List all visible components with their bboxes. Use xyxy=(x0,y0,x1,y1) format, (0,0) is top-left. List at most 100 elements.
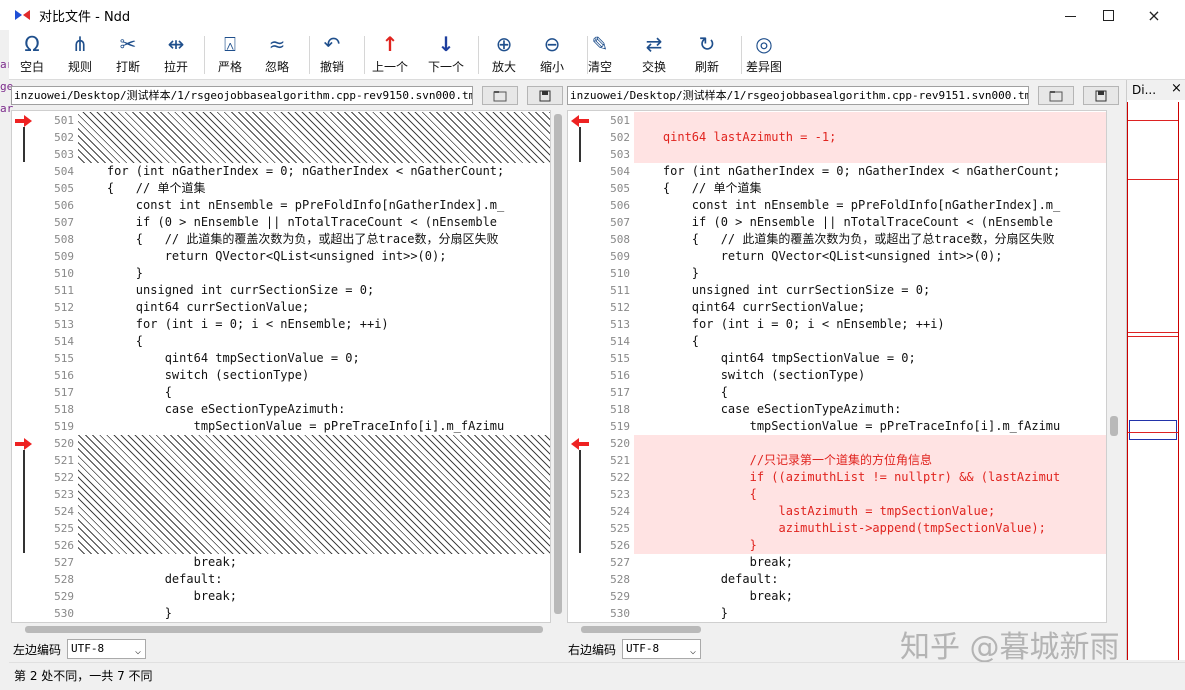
break-button[interactable]: ✂ 打断 xyxy=(104,32,152,78)
line-number: 519 xyxy=(54,420,74,433)
line-number: 501 xyxy=(610,114,630,127)
strict-label: 严格 xyxy=(217,60,242,74)
diff-range-bar xyxy=(23,450,25,553)
rules-icon: ⋔ xyxy=(71,32,89,56)
code-line: { // 单个道集 xyxy=(78,181,206,195)
left-save-button[interactable] xyxy=(527,86,563,105)
diff-arrow-left-icon[interactable] xyxy=(571,438,589,450)
right-save-button[interactable] xyxy=(1083,86,1119,105)
code-line: qint64 tmpSectionValue = 0; xyxy=(78,351,360,365)
left-code-editor[interactable]: 501 502 503 504 505 506 507 508 509 510 511 512 513 5… xyxy=(11,110,551,623)
code-line: const int nEnsemble = pPreFoldInfo[nGath… xyxy=(78,198,505,212)
line-number: 516 xyxy=(610,369,630,382)
line-number: 521 xyxy=(54,454,74,467)
omega-icon: Ω xyxy=(24,32,40,56)
code-line: { xyxy=(634,334,700,348)
arrow-up-icon: ↑ xyxy=(381,32,399,56)
window-title: 对比文件 - Ndd xyxy=(39,9,131,25)
chevron-down-icon: ⌵ xyxy=(689,646,696,657)
diffimg-button[interactable]: ◎ 差异图 xyxy=(740,32,788,78)
next-button[interactable]: ↓ 下一个 xyxy=(422,32,470,78)
left-vertical-scrollbar[interactable] xyxy=(551,110,565,623)
code-line: } xyxy=(634,266,700,280)
right-encoding-select[interactable]: UTF-8 ⌵ xyxy=(622,639,701,659)
diff-arrow-left-icon[interactable] xyxy=(571,115,589,127)
maximize-button[interactable] xyxy=(1085,0,1131,30)
code-line: qint64 lastAzimuth = -1; xyxy=(634,130,837,144)
prev-button[interactable]: ↑ 上一个 xyxy=(366,32,414,78)
code-line: } xyxy=(634,538,757,552)
line-number: 522 xyxy=(610,471,630,484)
close-button[interactable]: × xyxy=(1131,0,1177,30)
open-file-icon xyxy=(493,90,507,101)
zoom-in-icon: ⊕ xyxy=(495,32,513,56)
right-file-path-input[interactable]: inzuowei/Desktop/测试样本/1/rsgeojobbasealgo… xyxy=(567,86,1029,105)
left-horizontal-scrollbar[interactable] xyxy=(11,623,565,636)
code-line: { xyxy=(78,334,144,348)
dock-close-icon[interactable]: × xyxy=(1171,81,1182,96)
line-number: 529 xyxy=(54,590,74,603)
code-line: return QVector<QList<unsigned int>>(0); xyxy=(634,249,1003,263)
code-line: break; xyxy=(78,589,237,603)
undo-button[interactable]: ↶ 撤销 xyxy=(308,32,356,78)
line-number: 523 xyxy=(54,488,74,501)
rules-button[interactable]: ⋔ 规则 xyxy=(56,32,104,78)
zoomout-button[interactable]: ⊖ 缩小 xyxy=(528,32,576,78)
line-number: 521 xyxy=(610,454,630,467)
code-line: unsigned int currSectionSize = 0; xyxy=(78,283,375,297)
blank-button[interactable]: Ω 空白 xyxy=(8,32,56,78)
code-line: break; xyxy=(78,555,237,569)
line-number: 502 xyxy=(610,131,630,144)
code-line: for (int nGatherIndex = 0; nGatherIndex … xyxy=(634,164,1061,178)
left-path-bar: inzuowei/Desktop/测试样本/1/rsgeojobbasealgo… xyxy=(11,86,563,105)
code-line: { // 单个道集 xyxy=(634,181,762,195)
diff-map-viewport[interactable] xyxy=(1129,420,1177,440)
arrow-down-icon: ↓ xyxy=(437,32,455,56)
left-horizontal-scroll-thumb[interactable] xyxy=(25,626,543,633)
left-code-area[interactable]: for (int nGatherIndex = 0; nGatherIndex … xyxy=(78,111,550,622)
line-number: 507 xyxy=(54,216,74,229)
diff-map[interactable] xyxy=(1127,102,1179,660)
left-file-path-input[interactable]: inzuowei/Desktop/测试样本/1/rsgeojobbasealgo… xyxy=(11,86,473,105)
diff-arrow-right-icon[interactable] xyxy=(15,438,33,450)
blank-label: 空白 xyxy=(19,60,44,74)
left-encoding-value: UTF-8 xyxy=(71,642,105,655)
zoomin-button[interactable]: ⊕ 放大 xyxy=(480,32,528,78)
refresh-icon: ↻ xyxy=(698,32,716,56)
line-number: 525 xyxy=(610,522,630,535)
right-horizontal-scroll-thumb[interactable] xyxy=(581,626,701,633)
missing-lines-block xyxy=(78,435,550,554)
code-line: break; xyxy=(634,589,793,603)
line-number: 508 xyxy=(54,233,74,246)
right-vertical-scroll-thumb[interactable] xyxy=(1110,416,1118,436)
diff-arrow-right-icon[interactable] xyxy=(15,115,33,127)
line-number: 523 xyxy=(610,488,630,501)
right-code-area[interactable]: qint64 lastAzimuth = -1; for (int nGathe… xyxy=(634,111,1106,622)
right-path-bar: inzuowei/Desktop/测试样本/1/rsgeojobbasealgo… xyxy=(567,86,1123,105)
clear-button[interactable]: ✎ 清空 xyxy=(576,32,624,78)
line-number: 512 xyxy=(54,301,74,314)
diffimg-label: 差异图 xyxy=(745,60,782,74)
right-open-file-button[interactable] xyxy=(1038,86,1074,105)
right-diff-marker-column xyxy=(568,111,592,622)
line-number: 514 xyxy=(54,335,74,348)
code-line: { xyxy=(78,385,172,399)
refresh-button[interactable]: ↻ 刷新 xyxy=(683,32,731,78)
line-number: 526 xyxy=(610,539,630,552)
right-vertical-scrollbar[interactable] xyxy=(1107,110,1121,623)
code-line: if ((azimuthList != nullptr) && (lastAzi… xyxy=(634,470,1061,484)
app-logo-icon xyxy=(15,8,31,22)
close-icon: × xyxy=(1147,5,1161,25)
ignore-button[interactable]: ≈ 忽略 xyxy=(253,32,301,78)
expand-button[interactable]: ⇹ 拉开 xyxy=(152,32,200,78)
left-vertical-scroll-thumb[interactable] xyxy=(554,114,562,614)
right-code-editor[interactable]: 501 502 503 504 505 506 507 508 509 510 511 512 513 5… xyxy=(567,110,1107,623)
swap-button[interactable]: ⇄ 交换 xyxy=(630,32,678,78)
left-open-file-button[interactable] xyxy=(482,86,518,105)
left-encoding-select[interactable]: UTF-8 ⌵ xyxy=(67,639,146,659)
code-line: { // 此道集的覆盖次数为负，或超出了总trace数，分扇区失败 xyxy=(634,232,1055,246)
line-number: 512 xyxy=(610,301,630,314)
code-line: { // 此道集的覆盖次数为负，或超出了总trace数，分扇区失败 xyxy=(78,232,499,246)
line-number: 527 xyxy=(610,556,630,569)
strict-button[interactable]: ⍓ 严格 xyxy=(206,32,254,78)
